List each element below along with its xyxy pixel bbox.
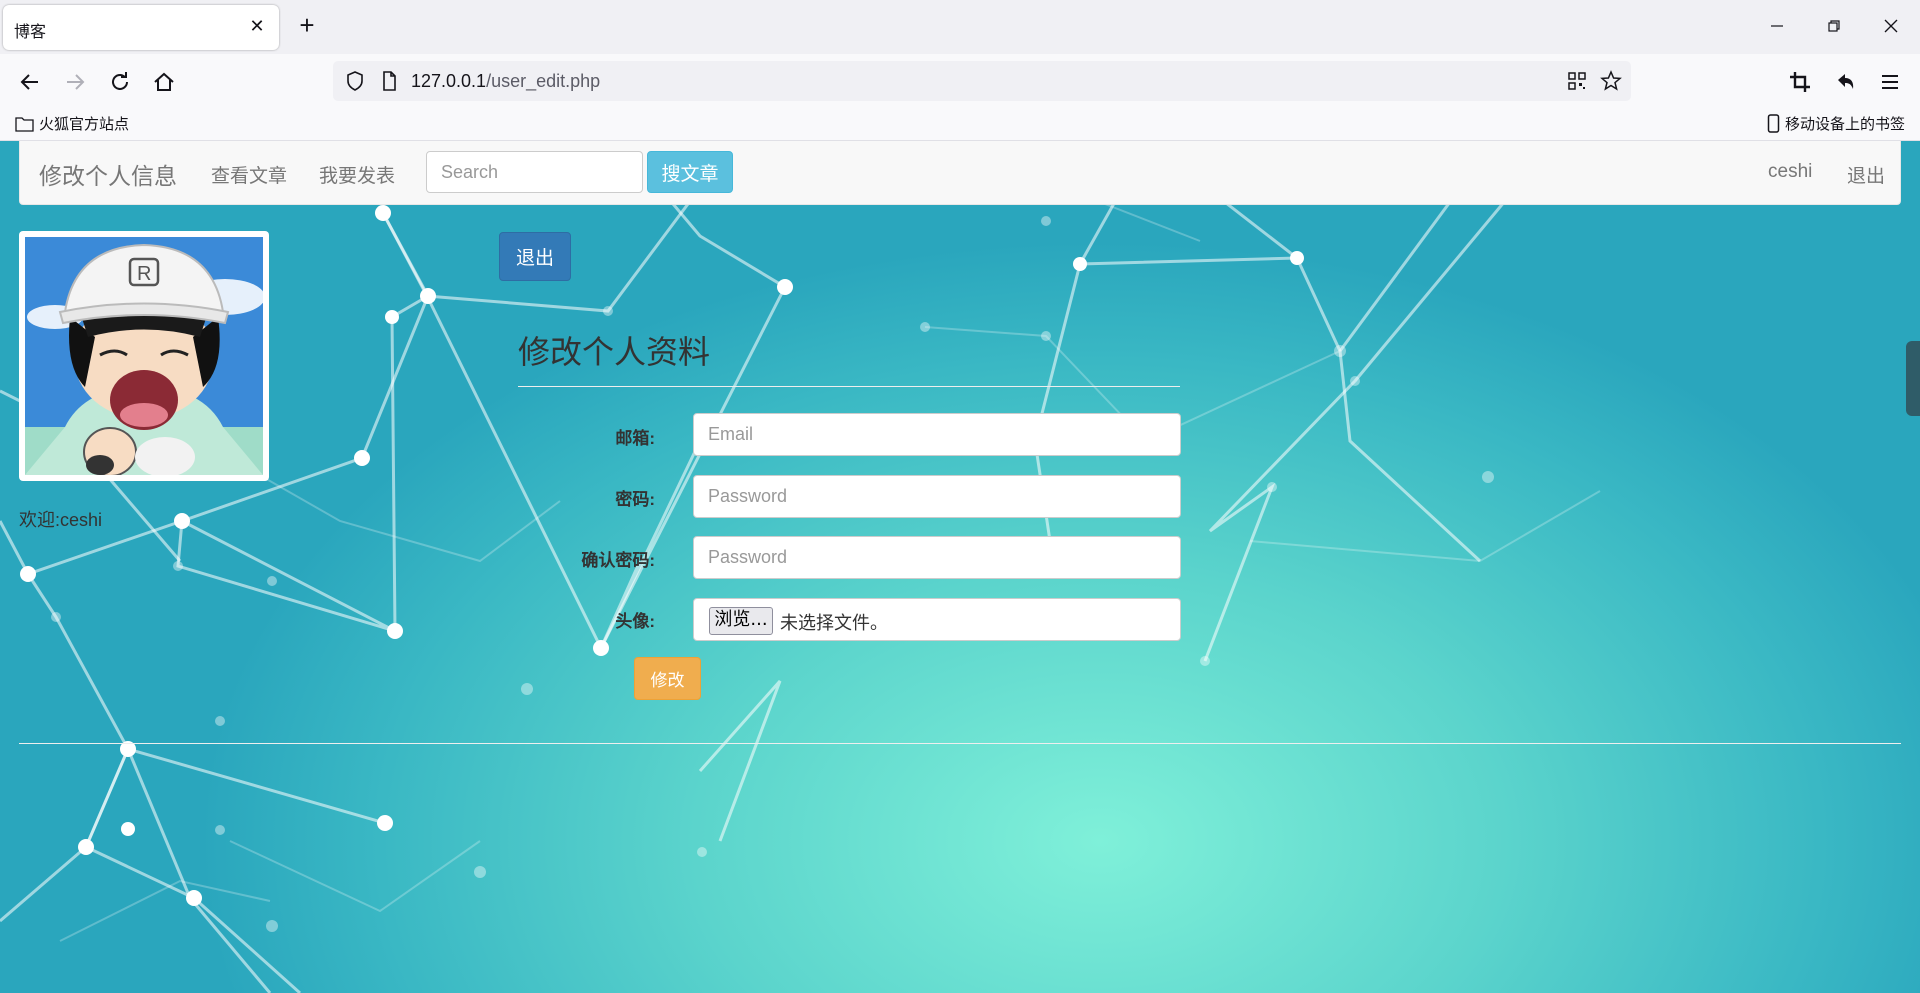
- side-scroll-handle[interactable]: [1906, 341, 1920, 416]
- confirm-password-field[interactable]: [693, 536, 1181, 579]
- title-divider: [518, 386, 1180, 387]
- tab-title: 博客: [14, 24, 47, 41]
- file-status: 未选择文件。: [780, 613, 888, 633]
- browse-button[interactable]: 浏览...: [709, 607, 773, 635]
- submit-button[interactable]: 修改: [634, 657, 701, 700]
- site-navbar: 修改个人信息 查看文章 我要发表 搜文章 ceshi 退出: [19, 141, 1901, 205]
- new-tab-icon[interactable]: +: [293, 12, 321, 40]
- mobile-icon: [1767, 114, 1780, 133]
- search-button[interactable]: 搜文章: [647, 151, 733, 193]
- email-field[interactable]: [693, 413, 1181, 456]
- url-bar[interactable]: 127.0.0.1/user_edit.php: [333, 61, 1631, 101]
- url-path: /user_edit.php: [486, 71, 601, 91]
- nav-user-name[interactable]: ceshi: [1768, 161, 1812, 183]
- crop-icon[interactable]: [1786, 68, 1814, 96]
- qr-code-icon[interactable]: [1565, 69, 1589, 93]
- reload-icon[interactable]: [106, 68, 134, 96]
- tab-close-icon[interactable]: ✕: [247, 16, 267, 36]
- folder-icon: [15, 117, 34, 132]
- email-label: 邮箱:: [615, 429, 655, 448]
- avatar-label: 头像:: [615, 612, 655, 631]
- confirm-password-label: 确认密码:: [581, 551, 655, 570]
- welcome-text: 欢迎:ceshi: [19, 510, 103, 530]
- browser-tab[interactable]: 博客 ✕: [3, 5, 279, 50]
- url-text[interactable]: 127.0.0.1/user_edit.php: [411, 71, 600, 92]
- navbar-brand[interactable]: 修改个人信息: [39, 157, 177, 191]
- browser-tab-bar: 博客 ✕ +: [0, 0, 1920, 54]
- page-viewport: 修改个人信息 查看文章 我要发表 搜文章 ceshi 退出 R: [0, 141, 1920, 993]
- footer-divider: [19, 743, 1901, 744]
- shield-icon[interactable]: [343, 69, 367, 93]
- back-icon[interactable]: [16, 68, 44, 96]
- bookmarks-bar: 火狐官方站点 移动设备上的书签: [0, 108, 1920, 141]
- nav-link-view-articles[interactable]: 查看文章: [211, 161, 287, 188]
- star-icon[interactable]: [1599, 69, 1623, 93]
- url-host: 127.0.0.1: [411, 71, 487, 91]
- avatar-file-input[interactable]: 浏览... 未选择文件。: [693, 598, 1181, 641]
- bookmark-mobile[interactable]: 移动设备上的书签: [1767, 113, 1905, 134]
- menu-icon[interactable]: [1876, 68, 1904, 96]
- avatar-image: R: [25, 237, 263, 475]
- svg-text:R: R: [137, 263, 151, 285]
- password-field[interactable]: [693, 475, 1181, 518]
- restore-icon[interactable]: [1822, 14, 1846, 38]
- bookmark-label: 火狐官方站点: [39, 116, 130, 133]
- page-icon: [383, 71, 396, 91]
- undo-icon[interactable]: [1831, 68, 1859, 96]
- browser-toolbar: 127.0.0.1/user_edit.php: [0, 54, 1920, 108]
- home-icon[interactable]: [150, 68, 178, 96]
- avatar: R: [19, 231, 269, 481]
- search-input[interactable]: [426, 151, 643, 193]
- bookmark-label: 移动设备上的书签: [1785, 116, 1906, 133]
- nav-link-publish[interactable]: 我要发表: [319, 161, 395, 188]
- bookmark-firefox-site[interactable]: 火狐官方站点: [15, 113, 129, 134]
- close-window-icon[interactable]: [1879, 14, 1903, 38]
- logout-button[interactable]: 退出: [499, 232, 571, 281]
- password-label: 密码:: [615, 490, 655, 509]
- forward-icon[interactable]: [61, 68, 89, 96]
- minimize-icon[interactable]: [1765, 14, 1789, 38]
- nav-logout-link[interactable]: 退出: [1847, 161, 1885, 188]
- page-title: 修改个人资料: [518, 334, 711, 370]
